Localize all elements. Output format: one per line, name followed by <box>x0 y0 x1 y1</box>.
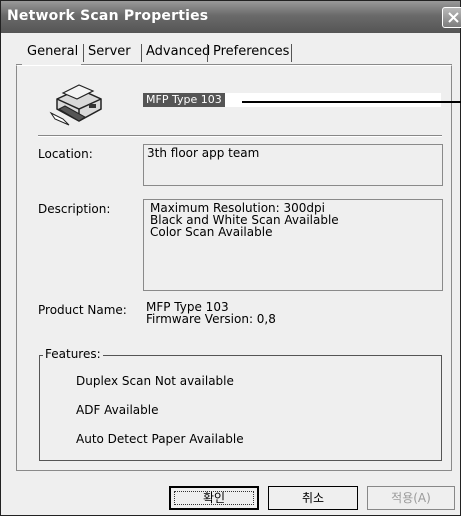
firmware-version: Firmware Version: 0,8 <box>146 312 276 326</box>
location-label: Location: <box>38 147 93 161</box>
focus-rect <box>174 491 254 505</box>
description-label: Description: <box>38 202 111 216</box>
tab-server[interactable]: Server <box>84 41 144 65</box>
tab-border <box>16 64 22 65</box>
feature-adf: ADF Available <box>76 403 159 417</box>
window-title: Network Scan Properties <box>7 8 209 24</box>
features-label: Features: <box>43 347 103 361</box>
properties-dialog: Network Scan Properties General Server A… <box>0 0 461 516</box>
title-bar[interactable]: Network Scan Properties <box>1 1 461 33</box>
cancel-button[interactable]: 취소 <box>268 486 358 510</box>
close-button[interactable] <box>442 7 461 28</box>
callout-line <box>242 101 461 103</box>
location-value: 3th floor app team <box>147 146 260 160</box>
cancel-button-label: 취소 <box>301 491 325 505</box>
tab-border <box>81 64 452 65</box>
tab-preferences[interactable]: Preferences <box>209 41 295 65</box>
device-name-value: MFP Type 103 <box>143 93 225 107</box>
apply-button-label: 적용(A) <box>391 491 431 505</box>
description-field[interactable]: Maximum Resolution: 300dpi Black and Whi… <box>143 199 443 291</box>
separator <box>38 135 442 137</box>
apply-button[interactable]: 적용(A) <box>367 486 455 510</box>
description-line: Color Scan Available <box>150 225 273 239</box>
scanner-device-icon <box>49 84 102 126</box>
tab-separator <box>207 44 208 62</box>
product-name-value: MFP Type 103 Firmware Version: 0,8 <box>146 301 276 325</box>
close-icon <box>448 12 459 23</box>
tab-advanced[interactable]: Advanced <box>142 41 212 65</box>
device-name-field[interactable]: MFP Type 103 <box>143 93 441 107</box>
location-field[interactable]: 3th floor app team <box>143 144 443 186</box>
ok-button[interactable]: 확인 <box>169 486 259 510</box>
tab-general[interactable]: General <box>23 41 81 65</box>
product-name-label: Product Name: <box>38 303 127 317</box>
feature-auto-detect-paper: Auto Detect Paper Available <box>76 432 244 446</box>
feature-duplex-scan: Duplex Scan Not available <box>76 374 234 388</box>
tab-separator <box>291 44 292 62</box>
